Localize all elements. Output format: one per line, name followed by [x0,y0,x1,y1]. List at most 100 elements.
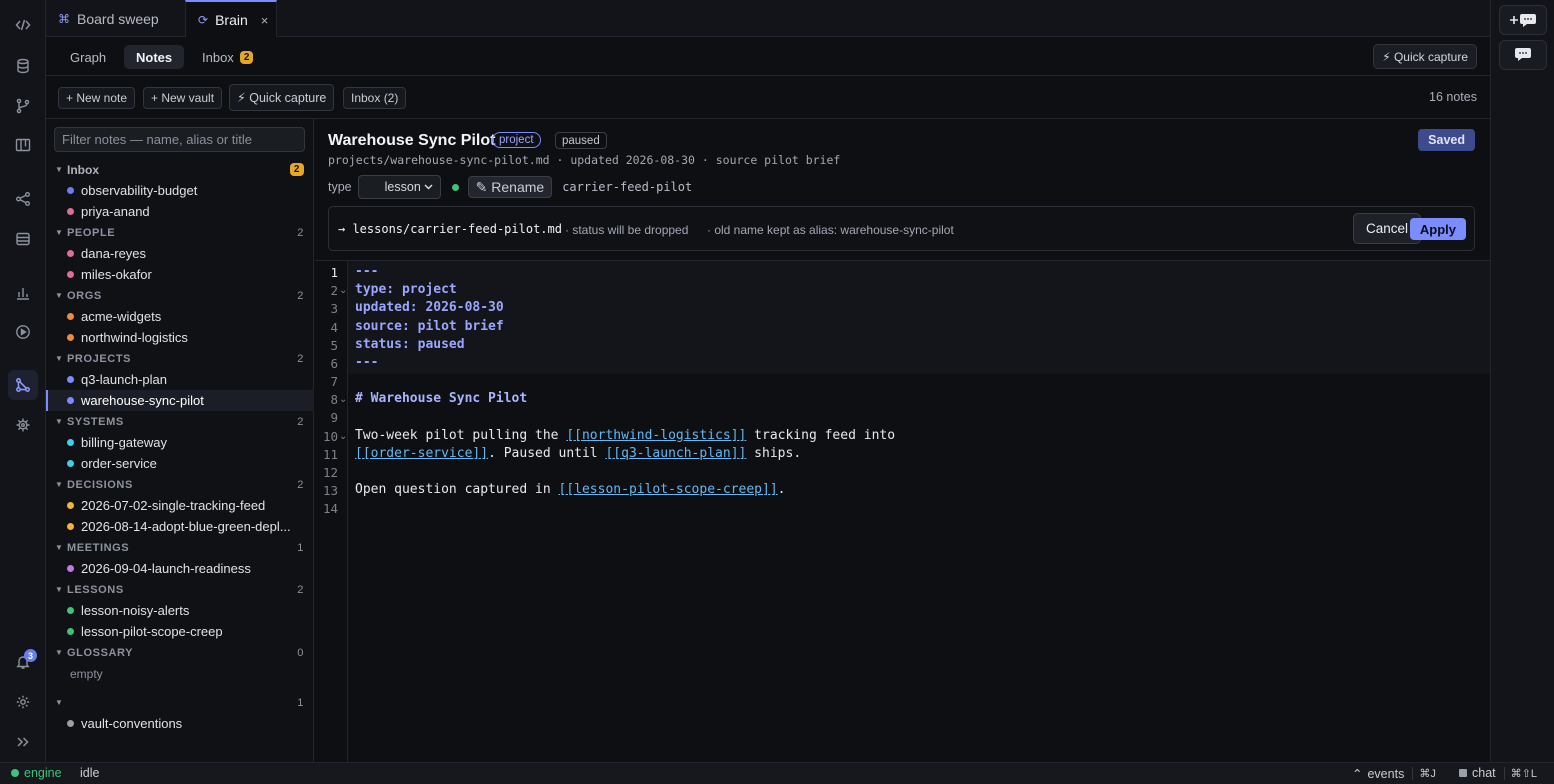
list-item[interactable]: observability-budget [46,180,314,201]
dot-icon [67,397,74,404]
list-item[interactable]: billing-gateway [46,432,314,453]
events-toggle[interactable]: ⌃ events ⌘J [1352,766,1436,782]
new-vault-button[interactable]: + New vault [143,87,223,109]
code-text: tracking feed into [746,428,896,443]
list-item[interactable]: lesson-pilot-scope-creep [46,621,314,642]
close-icon[interactable]: × [261,13,269,28]
share-graph-icon[interactable] [8,184,38,214]
item-label: 2026-07-02-single-tracking-feed [81,498,266,513]
list-item[interactable]: 2026-08-14-adopt-blue-green-depl... [46,516,314,537]
code-text: Two-week pilot pulling the [355,428,567,443]
dot-icon [67,607,74,614]
rename-input[interactable]: carrier-feed-pilot [562,180,692,194]
bell-icon[interactable]: 3 [8,647,38,677]
code-editor[interactable]: 1 2 ⌄ 3 4 5 6 7 8 ⌄ 9 10 ⌄ 11 12 13 14 -… [315,260,1490,763]
chevron-down-icon: ▼ [55,585,64,594]
list-item[interactable]: northwind-logistics [46,327,314,348]
group-projects[interactable]: ▼ PROJECTS 2 [46,348,314,369]
group-label: GLOSSARY [67,646,134,659]
apply-button[interactable]: Apply [1409,218,1466,240]
git-branch-icon[interactable] [8,91,38,121]
list-item[interactable]: q3-launch-plan [46,369,314,390]
code-text: . [777,482,786,497]
gear-icon[interactable] [8,687,38,717]
new-note-button[interactable]: + New note [58,87,136,109]
item-label: lesson-noisy-alerts [81,603,190,618]
tab-graph[interactable]: Graph [58,45,118,69]
rename-button[interactable]: ✎ Rename [467,176,553,198]
code-icon[interactable] [8,10,38,40]
rename-note-status: · status will be dropped [565,223,689,237]
notification-badge: 3 [24,649,37,662]
tab-notes-label: Notes [136,49,173,65]
kanban-icon[interactable] [8,130,38,160]
type-select[interactable]: lesson [357,175,441,199]
chat-label: chat [1472,766,1496,780]
expand-icon[interactable] [8,727,38,757]
tab-inbox[interactable]: Inbox 2 [190,45,265,69]
item-label: 2026-08-14-adopt-blue-green-depl... [81,519,291,534]
wikilink[interactable]: [[order-service]] [355,446,488,461]
notes-toolbar: + New note + New vault ⚡ Quick capture I… [46,76,1490,119]
group-orgs[interactable]: ▼ ORGS 2 [46,285,314,306]
tab-notes[interactable]: Notes [124,45,185,69]
list-item[interactable]: dana-reyes [46,243,314,264]
wikilink[interactable]: [[lesson-pilot-scope-creep]] [559,482,778,497]
wikilink[interactable]: [[q3-launch-plan]] [605,446,746,461]
list-item[interactable]: priya-anand [46,201,314,222]
list-item-selected[interactable]: warehouse-sync-pilot [46,390,314,411]
group-systems[interactable]: ▼ SYSTEMS 2 [46,411,314,432]
group-lessons[interactable]: ▼ LESSONS 2 [46,579,314,600]
wikilink[interactable]: [[northwind-logistics]] [566,428,746,443]
brain-graph-icon[interactable] [8,370,38,400]
status-badge: paused [555,132,607,149]
group-inbox[interactable]: ▼ Inbox 2 [46,159,314,180]
chat-toggle[interactable]: chat ⌘⇧L [1459,766,1537,780]
item-label: q3-launch-plan [81,372,168,387]
group-meetings[interactable]: ▼ MEETINGS 1 [46,537,314,558]
group-count: 2 [297,226,304,239]
play-icon[interactable] [8,317,38,347]
new-chat-button[interactable] [1499,5,1547,35]
chat-button[interactable] [1499,40,1547,70]
list-item[interactable]: lesson-noisy-alerts [46,600,314,621]
engine-status[interactable]: engine [11,766,62,780]
inbox-button[interactable]: Inbox (2) [343,87,407,109]
group-decisions[interactable]: ▼ DECISIONS 2 [46,474,314,495]
list-item[interactable]: vault-conventions [46,713,314,734]
list-item[interactable]: 2026-09-04-launch-readiness [46,558,314,579]
chevron-down-icon: ▼ [55,480,64,489]
dot-icon [67,628,74,635]
view-bar: Graph Notes Inbox 2 ⚡ Quick capture [46,37,1490,76]
database-icon[interactable] [8,51,38,81]
rename-preview: → lessons/carrier-feed-pilot.md · status… [328,206,1475,251]
list-item[interactable]: miles-okafor [46,264,314,285]
saved-indicator: Saved [1418,129,1475,151]
dot-icon [67,313,74,320]
quick-capture-toolbar-button[interactable]: ⚡ Quick capture [229,84,335,111]
cpu-icon[interactable] [8,410,38,440]
fold-chevron-icon[interactable]: ⌄ [339,431,347,442]
item-label: dana-reyes [81,246,147,261]
tab-inbox-label: Inbox [202,49,234,65]
tab-board-sweep[interactable]: ⌘ Board sweep [46,0,171,37]
filter-input[interactable]: Filter notes — name, alias or title [54,127,305,152]
dot-icon [67,271,74,278]
bar-chart-icon[interactable] [8,278,38,308]
chevron-down-icon: ▼ [55,648,64,657]
group-glossary[interactable]: ▼ GLOSSARY 0 [46,642,314,663]
group-people[interactable]: ▼ PEOPLE 2 [46,222,314,243]
group-count: 2 [297,478,304,491]
fold-chevron-icon[interactable]: ⌄ [339,394,347,405]
group-ungrouped[interactable]: ▼ 1 [46,692,314,713]
list-item[interactable]: order-service [46,453,314,474]
layers-icon[interactable] [8,224,38,254]
tab-brain[interactable]: ⟳ Brain × [185,0,277,38]
list-item[interactable]: acme-widgets [46,306,314,327]
list-item[interactable]: 2026-07-02-single-tracking-feed [46,495,314,516]
fold-chevron-icon[interactable]: ⌄ [339,285,347,296]
group-count: 2 [297,415,304,428]
dot-icon [67,439,74,446]
quick-capture-button[interactable]: ⚡ Quick capture [1373,44,1477,69]
status-dot-icon [451,183,459,191]
